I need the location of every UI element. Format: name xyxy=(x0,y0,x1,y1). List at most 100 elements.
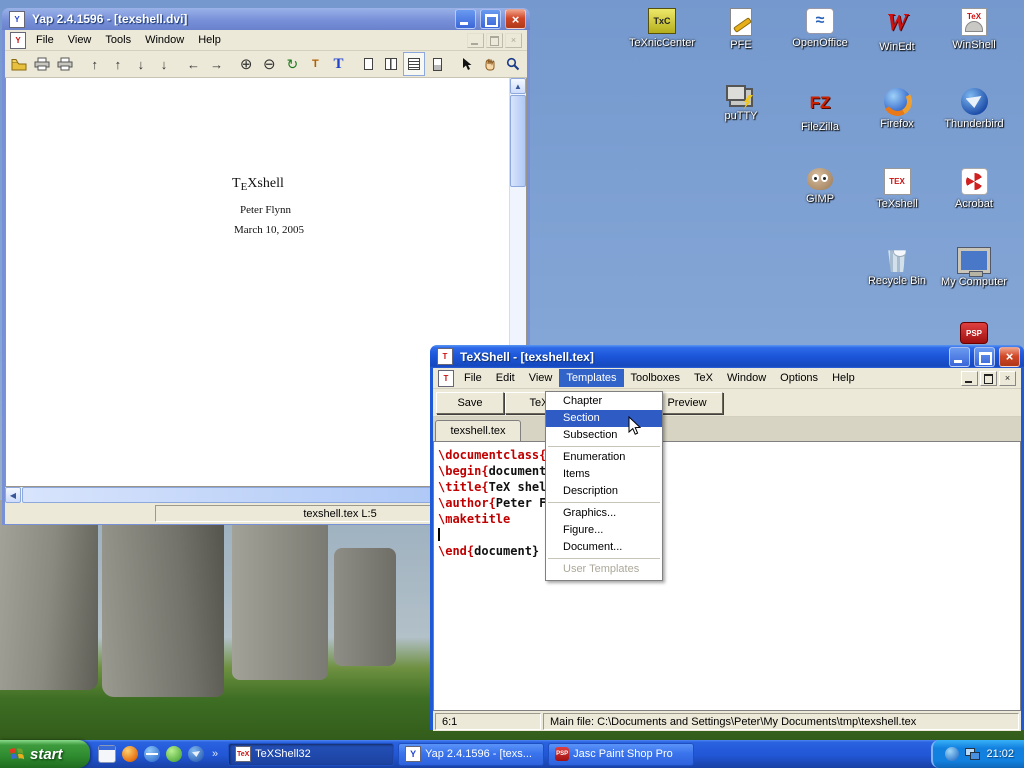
task-button-yap[interactable]: Y Yap 2.4.1596 - [texs... xyxy=(398,743,544,766)
menu-view[interactable]: View xyxy=(61,31,99,49)
menu-view[interactable]: View xyxy=(522,369,560,387)
prev-page-button[interactable]: ↑ xyxy=(107,52,129,76)
menu-toolboxes[interactable]: Toolboxes xyxy=(624,369,688,387)
last-page-button[interactable]: ↓ xyxy=(153,52,175,76)
mdi-close-icon[interactable]: × xyxy=(999,371,1016,386)
menu-tex[interactable]: TeX xyxy=(687,369,720,387)
desktop-icon-winshell[interactable]: TeX WinShell xyxy=(936,8,1012,51)
maximize-button[interactable] xyxy=(480,9,501,29)
desktop-icon-filezilla[interactable]: FZ FileZilla xyxy=(782,88,858,133)
minimize-button[interactable] xyxy=(455,9,476,29)
continuous-view-button[interactable] xyxy=(403,52,425,76)
quick-launch-icon[interactable] xyxy=(166,746,182,762)
desktop-icon-openoffice[interactable]: ≈ OpenOffice xyxy=(782,8,858,49)
show-desktop-icon[interactable] xyxy=(98,745,116,763)
desktop-icon-recycle-bin[interactable]: Recycle Bin xyxy=(859,248,935,287)
open-file-button[interactable] xyxy=(8,52,30,76)
close-button[interactable]: × xyxy=(999,347,1020,367)
quick-launch-overflow-chevron[interactable]: » xyxy=(210,748,220,760)
text-tool-button[interactable]: T xyxy=(327,52,349,76)
refresh-button[interactable]: ↻ xyxy=(281,52,303,76)
menu-item-graphics[interactable]: Graphics... xyxy=(546,505,662,522)
horizontal-scroll-thumb[interactable] xyxy=(22,487,442,503)
save-button[interactable]: Save xyxy=(436,392,504,414)
menu-tools[interactable]: Tools xyxy=(98,31,138,49)
desktop-icon-gimp[interactable]: GIMP xyxy=(782,168,858,205)
menu-item-subsection[interactable]: Subsection xyxy=(546,427,662,444)
back-button[interactable]: ← xyxy=(182,52,204,76)
menu-window[interactable]: Window xyxy=(720,369,773,387)
menu-item-description[interactable]: Description xyxy=(546,483,662,500)
clock[interactable]: 21:02 xyxy=(986,748,1014,760)
desktop-icon-winedt[interactable]: W WinEdt xyxy=(859,8,935,53)
scroll-left-icon[interactable]: ◀ xyxy=(5,487,21,503)
desktop-icon-label: TeXnicCenter xyxy=(624,37,700,49)
desktop-icon-firefox[interactable]: Firefox xyxy=(859,88,935,130)
desktop-icon-my-computer[interactable]: My Computer xyxy=(936,248,1012,288)
tex-document-icon[interactable]: T xyxy=(438,370,454,387)
dvi-document-icon[interactable]: Y xyxy=(10,32,26,49)
texshell-titlebar[interactable]: T TeXShell - [texshell.tex] × xyxy=(430,345,1024,368)
menu-item-section[interactable]: Section xyxy=(546,410,662,427)
close-button[interactable]: × xyxy=(505,9,526,29)
print-setup-button[interactable] xyxy=(54,52,76,76)
menu-item-document[interactable]: Document... xyxy=(546,539,662,556)
menu-templates[interactable]: Templates xyxy=(559,369,623,387)
texshell-task-icon: TeX xyxy=(235,746,251,762)
scroll-up-icon[interactable]: ▲ xyxy=(510,78,526,94)
mdi-close-icon[interactable]: × xyxy=(505,33,522,48)
start-button[interactable]: start xyxy=(0,740,90,768)
ie-quicklaunch-icon[interactable] xyxy=(144,746,160,762)
menu-file[interactable]: File xyxy=(457,369,489,387)
menu-help[interactable]: Help xyxy=(825,369,862,387)
full-page-view-button[interactable] xyxy=(426,52,448,76)
desktop-icon-pfe[interactable]: PFE xyxy=(703,8,779,51)
thunderbird-quicklaunch-icon[interactable] xyxy=(188,746,204,762)
yap-titlebar[interactable]: Y Yap 2.4.1596 - [texshell.dvi] × xyxy=(2,8,530,30)
menu-item-enumeration[interactable]: Enumeration xyxy=(546,449,662,466)
desktop-icon-acrobat[interactable]: Acrobat xyxy=(936,168,1012,210)
desktop-icon-texshell[interactable]: TEX TeXshell xyxy=(859,168,935,210)
mdi-minimize-icon[interactable] xyxy=(961,371,978,386)
menu-options[interactable]: Options xyxy=(773,369,825,387)
ruler-tool-button[interactable]: T xyxy=(304,52,326,76)
desktop-icon-thunderbird[interactable]: Thunderbird xyxy=(936,88,1012,130)
mdi-minimize-icon[interactable] xyxy=(467,33,484,48)
desktop-icon-putty[interactable]: puTTY xyxy=(703,88,779,122)
desktop-icon-psp[interactable]: PSP xyxy=(936,322,1012,344)
two-page-view-button[interactable] xyxy=(380,52,402,76)
menu-item-chapter[interactable]: Chapter xyxy=(546,393,662,410)
task-button-texshell[interactable]: TeX TeXShell32 xyxy=(228,743,394,766)
maximize-button[interactable] xyxy=(974,347,995,367)
hand-tool-button[interactable] xyxy=(479,52,501,76)
zoom-in-button[interactable]: ⊕ xyxy=(235,52,257,76)
document-title: TEXshell xyxy=(232,176,284,193)
tab-texshell-tex[interactable]: texshell.tex xyxy=(435,420,521,441)
zoom-out-button[interactable]: ⊖ xyxy=(258,52,280,76)
code-editor[interactable]: \documentclass{ \begin{document \title{T… xyxy=(433,442,1021,711)
desktop-icon-texniccenter[interactable]: TxC TeXnicCenter xyxy=(624,8,700,49)
menu-item-items[interactable]: Items xyxy=(546,466,662,483)
code-command: \documentclass{ xyxy=(438,448,546,462)
task-button-paint-shop-pro[interactable]: PSP Jasc Paint Shop Pro xyxy=(548,743,694,766)
magnifier-tool-button[interactable] xyxy=(502,52,524,76)
menu-window[interactable]: Window xyxy=(138,31,191,49)
forward-button[interactable]: → xyxy=(206,52,228,76)
mdi-restore-icon[interactable] xyxy=(980,371,997,386)
firefox-quicklaunch-icon[interactable] xyxy=(122,746,138,762)
next-page-button[interactable]: ↓ xyxy=(130,52,152,76)
menu-edit[interactable]: Edit xyxy=(489,369,522,387)
menu-help[interactable]: Help xyxy=(191,31,228,49)
messenger-tray-icon[interactable] xyxy=(945,747,959,761)
first-page-button[interactable]: ↑ xyxy=(84,52,106,76)
vertical-scroll-thumb[interactable] xyxy=(510,95,526,187)
menu-file[interactable]: File xyxy=(29,31,61,49)
minimize-button[interactable] xyxy=(949,347,970,367)
print-button[interactable] xyxy=(31,52,53,76)
single-page-view-button[interactable] xyxy=(357,52,379,76)
menu-item-figure[interactable]: Figure... xyxy=(546,522,662,539)
network-tray-icon[interactable] xyxy=(965,748,980,760)
mdi-restore-icon[interactable] xyxy=(486,33,503,48)
pointer-tool-button[interactable] xyxy=(456,52,478,76)
acrobat-icon xyxy=(961,168,988,195)
